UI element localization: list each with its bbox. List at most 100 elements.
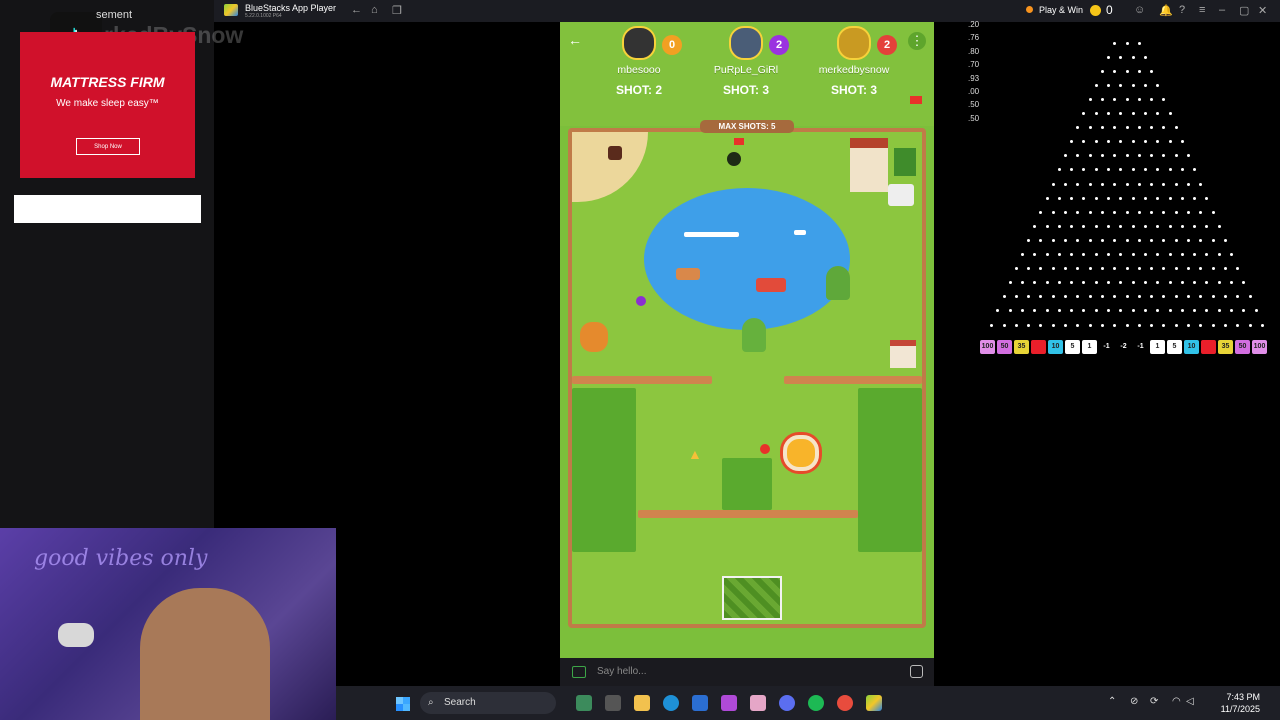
plinko-peg [1131, 309, 1135, 313]
plinko-peg [1193, 168, 1197, 172]
player-score-badge: 2 [769, 35, 789, 55]
play-win-button[interactable]: Play & Win [1039, 5, 1083, 15]
plinko-peg [1027, 238, 1031, 242]
chat-bar[interactable]: Say hello... [560, 658, 934, 686]
plinko-peg [1002, 323, 1006, 327]
clock-date[interactable]: 11/7/2025 [1200, 704, 1260, 714]
file-explorer-icon[interactable] [634, 695, 650, 711]
plinko-peg [1057, 196, 1061, 200]
plinko-peg [1064, 295, 1067, 299]
plinko-peg [1076, 126, 1080, 130]
obs-icon[interactable] [837, 695, 853, 711]
plinko-peg [1057, 224, 1061, 228]
plinko-peg [1137, 69, 1141, 73]
clock-time[interactable]: 7:43 PM [1200, 692, 1260, 702]
store-icon[interactable] [692, 695, 708, 711]
plinko-peg [1205, 253, 1209, 256]
plinko-peg [1113, 97, 1117, 101]
plinko-peg [1119, 112, 1123, 115]
window-title: BlueStacks App Player [245, 3, 337, 13]
plinko-peg [1131, 112, 1135, 115]
tree-icon [742, 318, 766, 352]
plinko-peg [1150, 97, 1154, 101]
wifi-icon[interactable]: ◠ [1172, 696, 1181, 707]
plinko-peg [1064, 238, 1067, 242]
plinko-slot: 10 [1184, 340, 1199, 354]
help-icon[interactable]: ? [1179, 4, 1185, 16]
app-icon[interactable] [750, 695, 766, 711]
plinko-peg [1230, 253, 1234, 256]
play-win-icon [1026, 6, 1033, 13]
plinko-peg [1162, 97, 1166, 101]
plinko-peg [1076, 182, 1080, 186]
sticker-icon[interactable] [910, 665, 923, 678]
chat-input[interactable]: Say hello... [597, 666, 646, 677]
plinko-peg [1174, 210, 1178, 214]
plinko-peg [1168, 224, 1172, 228]
tray-chevron-icon[interactable]: ⌃ [1108, 696, 1116, 707]
plinko-peg [1254, 309, 1258, 313]
recent-apps-icon[interactable]: ❐ [392, 4, 402, 17]
close-icon[interactable]: ✕ [1258, 4, 1267, 17]
plinko-peg [1057, 309, 1061, 313]
plinko-peg [1217, 281, 1221, 285]
plinko-slot: 35 [1014, 340, 1029, 354]
game-header: ← ⋮ 0 mbesooo SHOT: 2 2 PuRpLe_GiRl SHOT… [560, 22, 934, 126]
plinko-slot [1031, 340, 1046, 354]
minimize-icon[interactable]: – [1219, 4, 1225, 16]
plinko-peg [1033, 224, 1037, 228]
restore-icon[interactable]: ▢ [1239, 4, 1249, 17]
task-view-icon[interactable] [605, 695, 621, 711]
plinko-peg [1051, 295, 1055, 299]
plinko-peg [1113, 154, 1117, 158]
edge-icon[interactable] [663, 695, 679, 711]
ad-brand: MATTRESS FIRM [50, 74, 165, 90]
search-label: Search [444, 697, 476, 708]
plinko-peg [1156, 253, 1160, 256]
plinko-peg [1125, 295, 1129, 299]
discord-icon[interactable] [779, 695, 795, 711]
player-golf-ball[interactable] [783, 435, 819, 471]
plinko-peg [1039, 295, 1043, 299]
ad-banner-blank[interactable] [14, 195, 201, 223]
plinko-peg [1156, 83, 1160, 87]
windows-start-icon[interactable] [396, 697, 410, 711]
shop-now-button[interactable]: Shop Now [76, 138, 140, 155]
copilot-app-icon[interactable] [721, 695, 737, 711]
plinko-peg [1150, 69, 1154, 73]
notification-icon[interactable]: 🔔 [1159, 4, 1173, 17]
golf-game-screen[interactable]: ← ⋮ 0 mbesooo SHOT: 2 2 PuRpLe_GiRl SHOT… [560, 22, 934, 658]
plinko-peg [1119, 196, 1123, 200]
menu-icon[interactable]: ≡ [1199, 4, 1205, 16]
plinko-peg [1205, 224, 1209, 228]
plinko-peg [1137, 267, 1141, 271]
spotify-icon[interactable] [808, 695, 824, 711]
home-icon[interactable]: ⌂ [371, 4, 378, 16]
plinko-peg [1187, 182, 1190, 186]
plinko-peg [1107, 224, 1111, 228]
plinko-peg [1143, 55, 1147, 59]
game-menu-icon[interactable]: ⋮ [908, 32, 926, 50]
course-grass[interactable]: ▲ [572, 132, 922, 624]
odds-value: .70 [968, 60, 980, 70]
player-name: PuRpLe_GiRl [713, 64, 779, 76]
taskbar-search[interactable]: ⌕ Search [420, 692, 556, 714]
finish-flag-icon [910, 96, 922, 104]
plinko-peg [1094, 140, 1098, 144]
plinko-slot: 35 [1218, 340, 1233, 354]
cloud-reflection [794, 230, 806, 235]
copilot-icon[interactable] [576, 695, 592, 711]
plinko-slots: 100 50 35 10 5 1 -1 -2 -1 1 5 10 35 50 100 [980, 340, 1267, 354]
golf-course[interactable]: ▲ [568, 128, 926, 628]
odds-value: .80 [968, 46, 980, 56]
volume-icon[interactable]: ◁ [1186, 696, 1194, 707]
bluestacks-taskbar-icon[interactable] [866, 695, 882, 711]
tray-sync-icon[interactable]: ⟳ [1150, 696, 1158, 707]
mattress-firm-ad[interactable]: MATTRESS FIRM We make sleep easy™ Shop N… [20, 32, 195, 178]
plinko-peg [1125, 267, 1129, 271]
profile-avatar-icon[interactable]: ☺ [1134, 4, 1145, 16]
plinko-slot: 5 [1065, 340, 1080, 354]
tray-app-icon[interactable]: ⊘ [1130, 696, 1138, 707]
plinko-slot: 50 [997, 340, 1012, 354]
back-arrow-icon[interactable]: ← [351, 4, 362, 16]
